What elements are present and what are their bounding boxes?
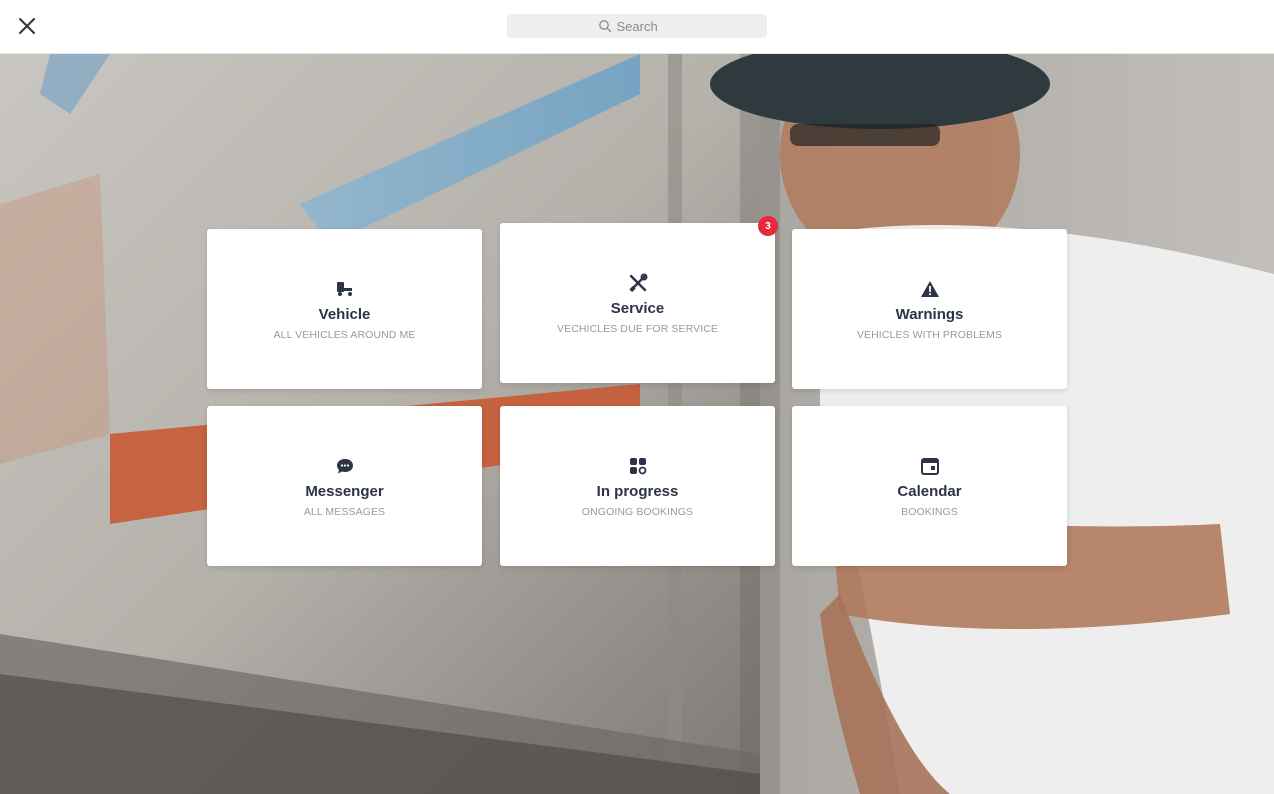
card-subtitle: ONGOING BOOKINGS — [581, 505, 694, 518]
card-warnings[interactable]: Warnings VEHICLES WITH PROBLEMS — [792, 229, 1067, 389]
search-field[interactable] — [507, 14, 767, 38]
card-vehicle[interactable]: Vehicle ALL VEHICLES AROUND ME — [207, 229, 482, 389]
search-icon — [598, 20, 611, 33]
card-title: Calendar — [897, 482, 962, 500]
card-subtitle: VEHICLES WITH PROBLEMS — [856, 328, 1003, 341]
card-messenger[interactable]: Messenger ALL MESSAGES — [207, 406, 482, 566]
card-in-progress[interactable]: In progress ONGOING BOOKINGS — [500, 406, 775, 566]
card-title: In progress — [596, 482, 679, 500]
card-service[interactable]: Service VECHICLES DUE FOR SERVICE — [500, 223, 775, 383]
card-subtitle: ALL VEHICLES AROUND ME — [273, 328, 416, 341]
card-subtitle: BOOKINGS — [901, 505, 958, 518]
card-title: Service — [610, 299, 665, 317]
card-title: Messenger — [305, 482, 384, 500]
search-input[interactable] — [616, 18, 677, 34]
truck-icon — [336, 281, 352, 296]
close-icon — [19, 18, 35, 34]
notification-badge: 3 — [758, 216, 778, 236]
close-button[interactable] — [14, 13, 40, 39]
apps-icon — [629, 457, 646, 474]
chat-icon — [336, 458, 353, 473]
top-bar — [0, 0, 1274, 54]
card-calendar[interactable]: Calendar BOOKINGS — [792, 406, 1067, 566]
tools-icon — [628, 273, 647, 292]
warning-icon — [920, 280, 939, 297]
card-subtitle: ALL MESSAGES — [303, 505, 386, 518]
card-subtitle: VECHICLES DUE FOR SERVICE — [556, 322, 718, 335]
calendar-icon — [920, 457, 939, 475]
card-title: Warnings — [895, 305, 964, 323]
card-title: Vehicle — [318, 305, 371, 323]
